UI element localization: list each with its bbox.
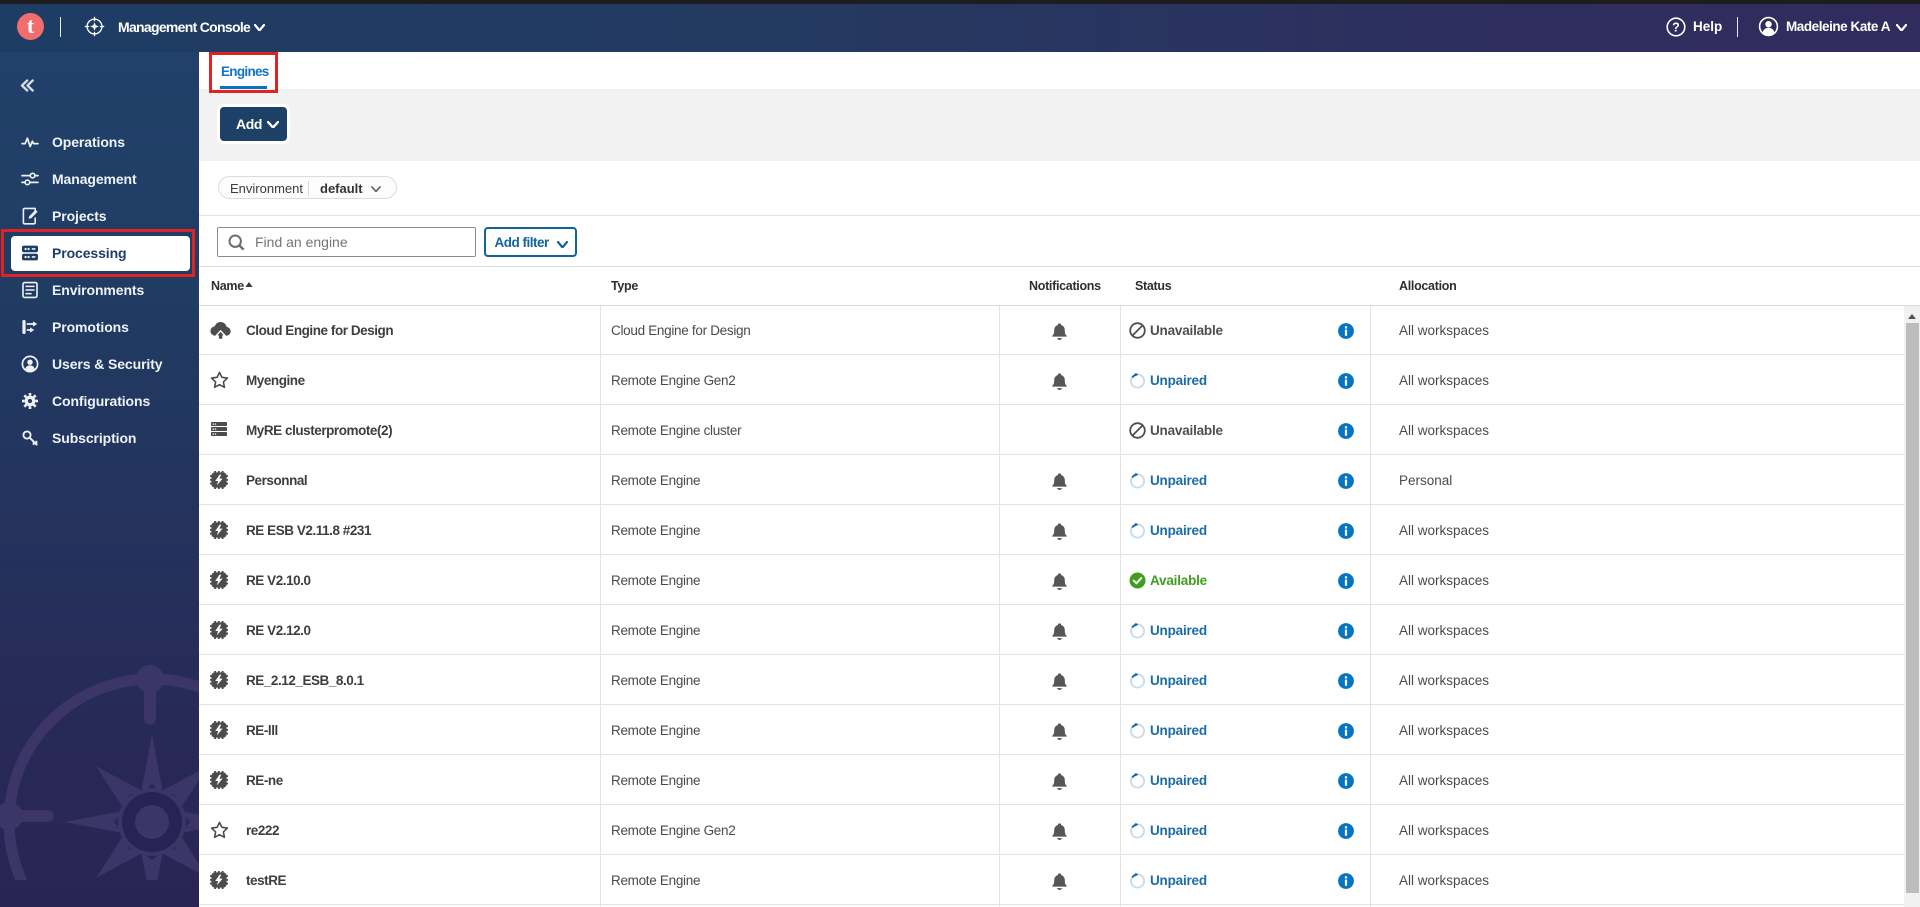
svg-text:?: ? xyxy=(1672,20,1680,34)
